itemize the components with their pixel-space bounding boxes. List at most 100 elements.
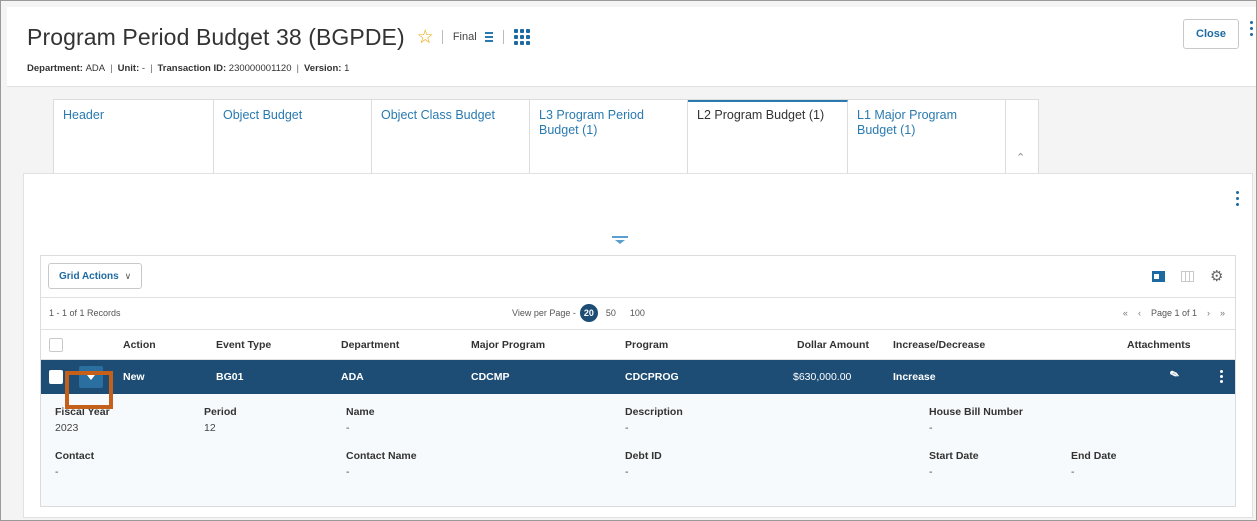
paperclip-icon[interactable]: ✎	[1168, 367, 1181, 382]
row-expand-button[interactable]	[79, 366, 103, 388]
field-label: House Bill Number	[929, 406, 1023, 418]
page-size-20[interactable]: 20	[579, 304, 598, 322]
col-department[interactable]: Department	[341, 339, 399, 351]
grid-pager: 1 - 1 of 1 Records View per Page - 20 50…	[41, 298, 1235, 330]
expand-handle-icon[interactable]	[612, 236, 628, 244]
view-per-page-label: View per Page -	[512, 308, 576, 318]
meta-value-unit: -	[141, 63, 146, 74]
document-lines-icon[interactable]	[483, 30, 495, 44]
field-fiscal-year: Fiscal Year 2023	[55, 406, 110, 434]
field-label: Fiscal Year	[55, 406, 110, 418]
page-size-50[interactable]: 50	[606, 308, 616, 318]
page-indicator: Page 1 of 1	[1150, 308, 1197, 318]
cell-major-program: CDCMP	[471, 371, 510, 383]
grid-header-row: Action Event Type Department Major Progr…	[41, 330, 1235, 360]
more-options-icon[interactable]	[1248, 21, 1254, 36]
next-page-icon[interactable]: ›	[1207, 308, 1210, 318]
field-label: Name	[346, 406, 375, 418]
field-label: Period	[204, 406, 237, 418]
first-page-icon[interactable]: «	[1123, 308, 1128, 318]
col-major-program[interactable]: Major Program	[471, 339, 545, 351]
record-count: 1 - 1 of 1 Records	[49, 308, 121, 318]
page-size-100[interactable]: 100	[630, 308, 645, 318]
budget-grid: Grid Actions ∨ ⚙ 1 - 1 of 1 Records View…	[40, 255, 1236, 507]
field-value: -	[929, 422, 933, 434]
cell-action: New	[123, 371, 145, 383]
tab-object-class-budget[interactable]: Object Class Budget	[372, 100, 530, 174]
field-start-date: Start Date -	[929, 450, 979, 478]
cell-event-type: BG01	[216, 371, 244, 383]
tab-object-budget[interactable]: Object Budget	[214, 100, 372, 174]
meta-label-unit: Unit:	[117, 63, 140, 74]
field-description: Description -	[625, 406, 683, 434]
app-window: Program Period Budget 38 (BGPDE) ☆ Final…	[0, 0, 1257, 521]
tab-l1-major-program-budget[interactable]: L1 Major Program Budget (1)	[848, 100, 1006, 174]
divider	[502, 30, 504, 44]
field-value: 2023	[55, 422, 79, 434]
gear-icon[interactable]: ⚙	[1210, 269, 1225, 284]
row-checkbox[interactable]	[49, 370, 63, 384]
field-value: -	[346, 466, 350, 478]
row-more-options-icon[interactable]	[1220, 370, 1223, 383]
col-increase-decrease[interactable]: Increase/Decrease	[893, 339, 985, 351]
chevron-up-icon: ⌃	[1016, 152, 1026, 164]
field-label: Contact	[55, 450, 95, 462]
cell-dollar-amount: $630,000.00	[793, 371, 852, 383]
field-name: Name -	[346, 406, 375, 434]
last-page-icon[interactable]: »	[1220, 308, 1225, 318]
meta-label-version: Version:	[303, 63, 342, 74]
col-attachments[interactable]: Attachments	[1127, 339, 1191, 351]
meta-value-department: ADA	[85, 63, 106, 74]
cell-program: CDCPROG	[625, 371, 679, 383]
col-dollar-amount[interactable]: Dollar Amount	[797, 339, 869, 351]
grid-view-icon[interactable]	[1181, 271, 1194, 282]
field-end-date: End Date -	[1071, 450, 1117, 478]
meta-value-transaction-id: 230000001120	[228, 63, 292, 74]
meta-value-version: 1	[344, 63, 350, 74]
col-action[interactable]: Action	[123, 339, 156, 351]
tab-l2-program-budget[interactable]: L2 Program Budget (1)	[688, 100, 848, 174]
tabs-collapse-button[interactable]: ⌃	[1006, 100, 1038, 174]
field-value: -	[1071, 466, 1075, 478]
apps-grid-icon[interactable]	[513, 29, 530, 45]
field-label: End Date	[1071, 450, 1117, 462]
pagination-nav: « ‹ Page 1 of 1 › »	[1123, 308, 1225, 318]
field-value: -	[346, 422, 350, 434]
table-row[interactable]: New BG01 ADA CDCMP CDCPROG $630,000.00 I…	[41, 360, 1235, 394]
field-value: -	[929, 466, 933, 478]
card-view-icon[interactable]	[1152, 271, 1165, 282]
col-event-type[interactable]: Event Type	[216, 339, 271, 351]
page-title: Program Period Budget 38 (BGPDE)	[27, 23, 405, 50]
select-all-checkbox[interactable]	[49, 338, 63, 352]
meta-label-department: Department:	[27, 63, 83, 74]
field-house-bill-number: House Bill Number -	[929, 406, 1023, 434]
field-value: -	[625, 466, 629, 478]
grid-actions-label: Grid Actions	[59, 270, 119, 282]
tab-header[interactable]: Header	[54, 100, 214, 174]
grid-view-tools: ⚙	[1152, 269, 1225, 284]
transaction-meta: Department: ADA | Unit: - | Transaction …	[27, 63, 349, 74]
cell-department: ADA	[341, 371, 364, 383]
tab-content-panel: Grid Actions ∨ ⚙ 1 - 1 of 1 Records View…	[23, 173, 1253, 518]
status-label: Final	[452, 31, 477, 43]
meta-label-transaction-id: Transaction ID:	[157, 63, 227, 74]
meta-separator: |	[150, 63, 153, 74]
chevron-down-icon: ∨	[124, 270, 132, 281]
field-contact-name: Contact Name -	[346, 450, 417, 478]
field-label: Description	[625, 406, 683, 418]
tab-l3-program-period-budget[interactable]: L3 Program Period Budget (1)	[530, 100, 688, 174]
meta-separator: |	[110, 63, 113, 74]
col-program[interactable]: Program	[625, 339, 668, 351]
field-label: Contact Name	[346, 450, 417, 462]
divider	[441, 30, 443, 44]
grid-toolbar: Grid Actions ∨ ⚙	[41, 256, 1235, 298]
prev-page-icon[interactable]: ‹	[1138, 308, 1141, 318]
field-period: Period 12	[204, 406, 237, 434]
favorite-star-icon[interactable]: ☆	[417, 28, 434, 47]
close-button[interactable]: Close	[1183, 19, 1239, 49]
field-value: 12	[204, 422, 216, 434]
field-debt-id: Debt ID -	[625, 450, 662, 478]
cell-increase-decrease: Increase	[893, 371, 936, 383]
panel-more-options-icon[interactable]	[1236, 191, 1239, 206]
grid-actions-button[interactable]: Grid Actions ∨	[48, 263, 143, 289]
